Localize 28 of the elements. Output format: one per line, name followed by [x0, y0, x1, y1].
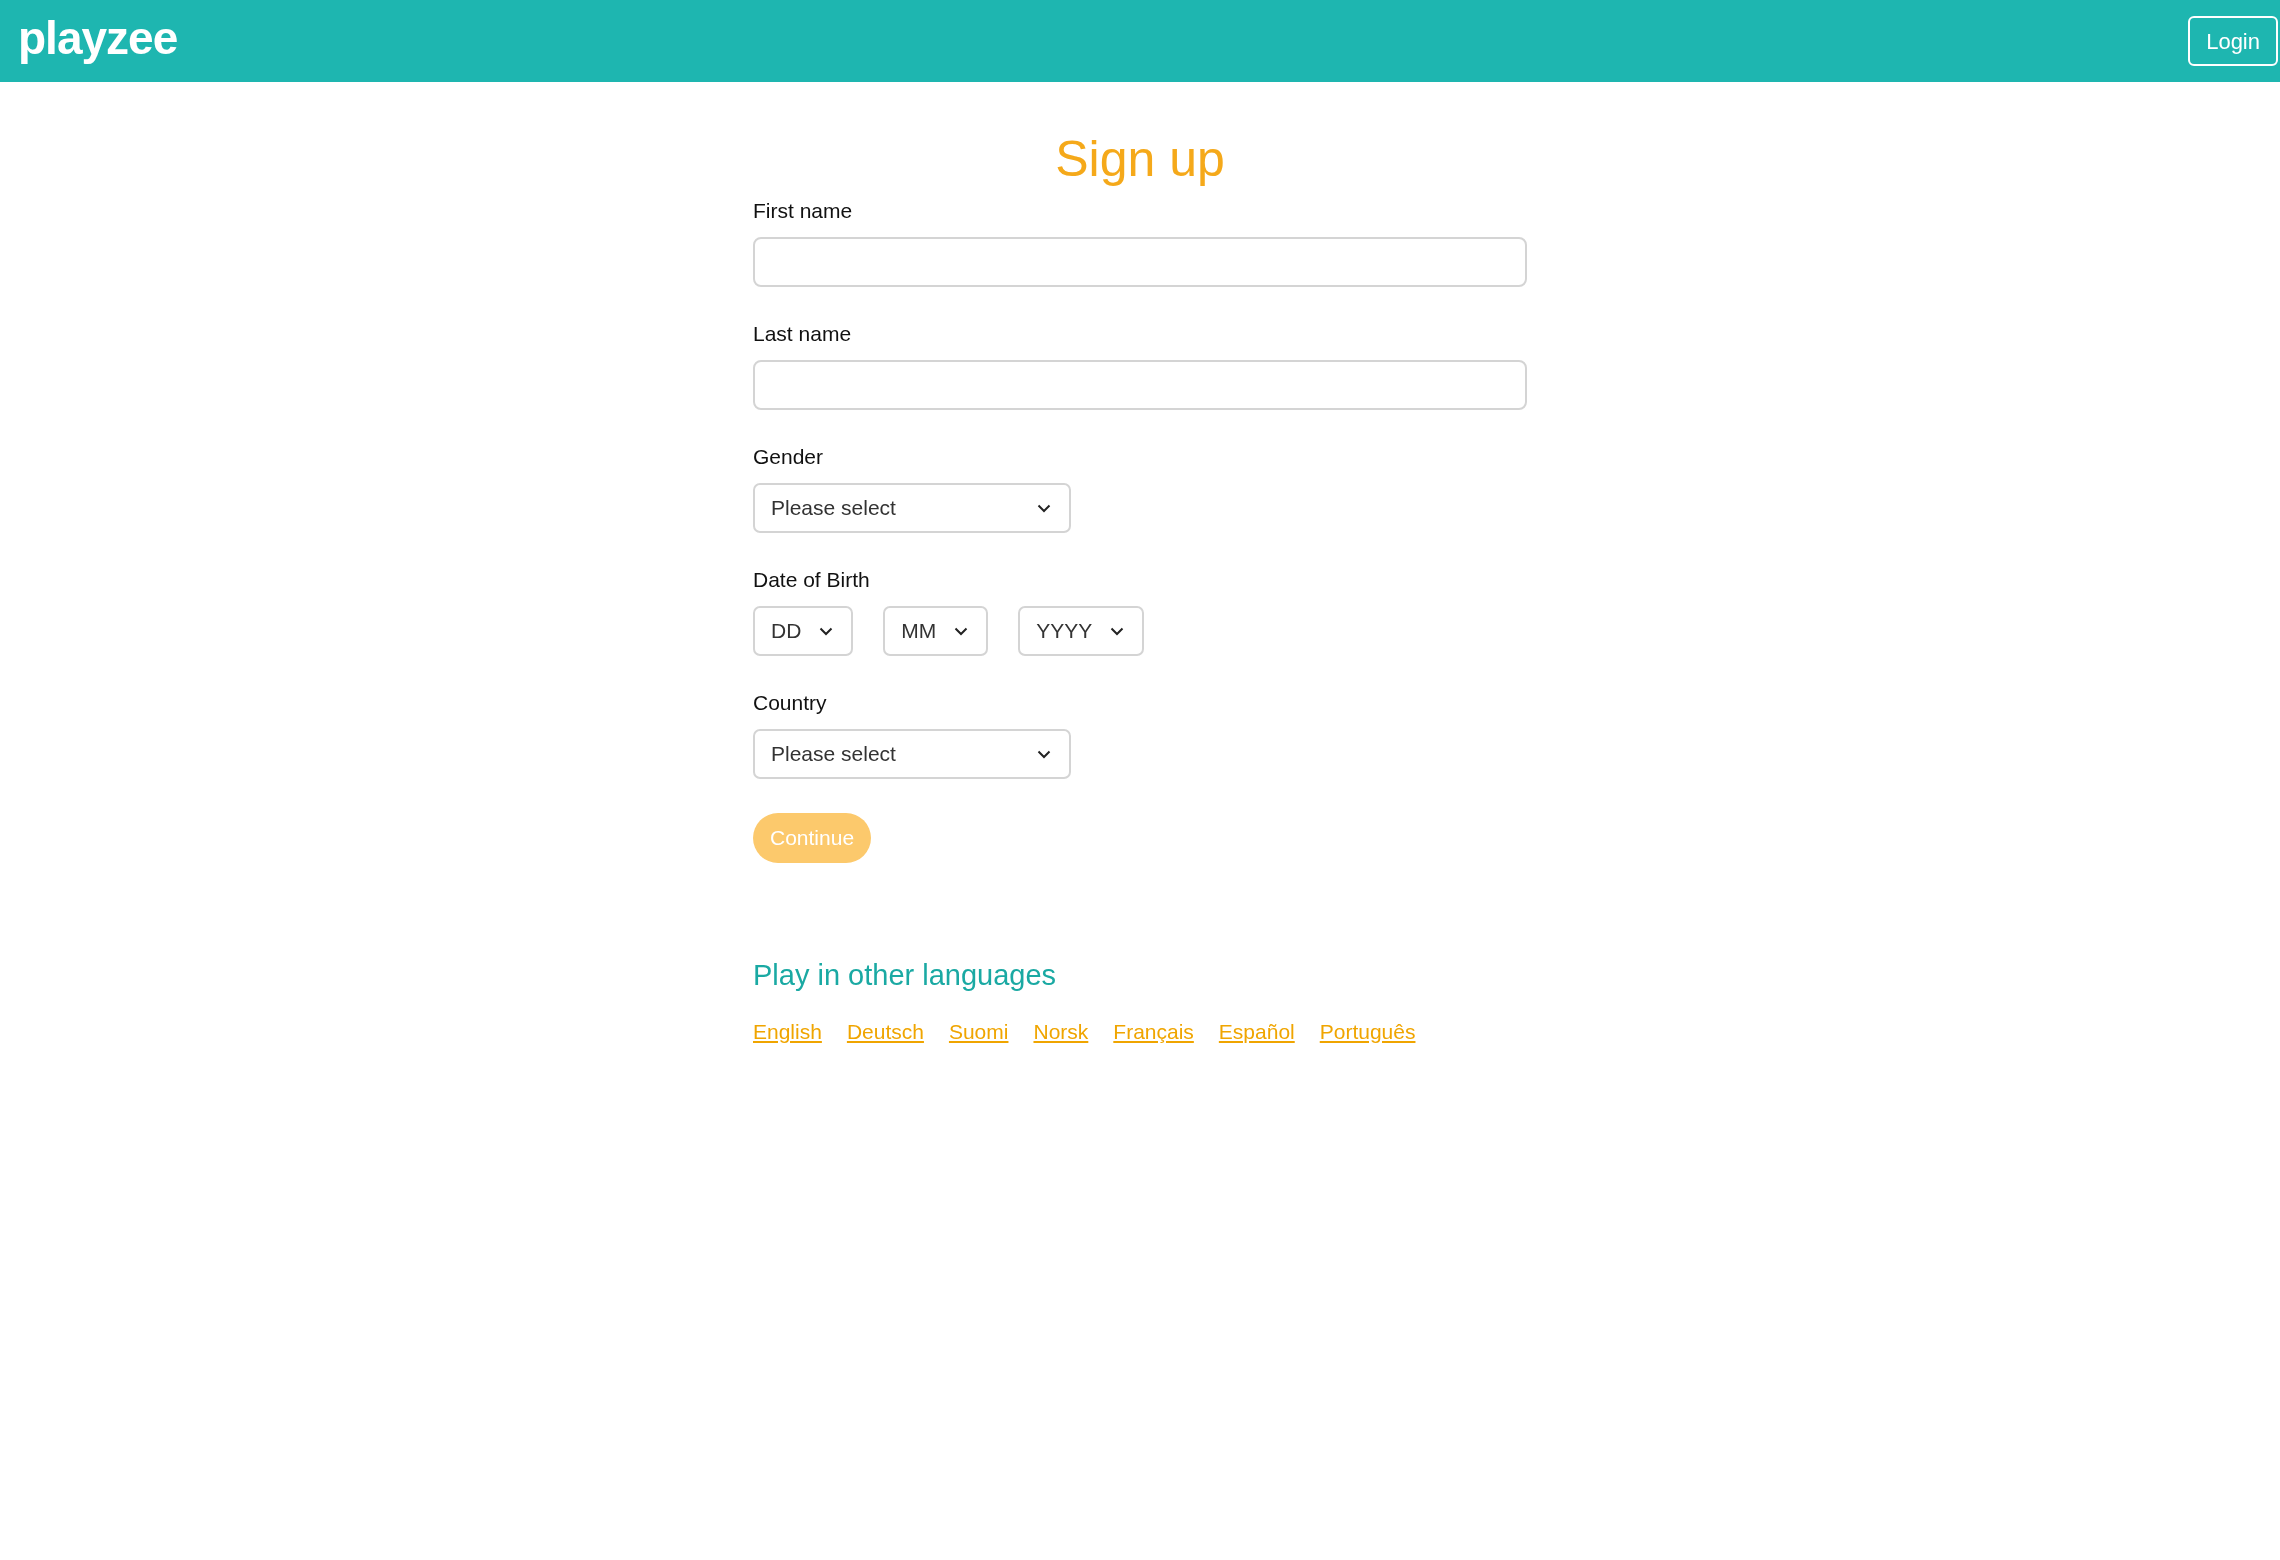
input-field[interactable]	[753, 237, 1527, 287]
select-dropdown[interactable]: MM	[883, 606, 989, 656]
page-title: Sign up	[1054, 134, 1226, 184]
select-dropdown[interactable]: YYYY	[1018, 606, 1145, 656]
select-dropdown[interactable]: Please select	[753, 483, 1071, 533]
field-label: Date of Birth	[753, 569, 871, 590]
field-label: Country	[753, 692, 828, 713]
chevron-down-icon	[954, 626, 969, 636]
field-label: First name	[753, 200, 854, 221]
chevron-down-icon	[1110, 626, 1125, 636]
input-field[interactable]	[753, 360, 1527, 410]
section-heading: Play in other languages	[753, 961, 1058, 990]
language-link[interactable]: Français	[1113, 1016, 1194, 1048]
chevron-down-icon	[819, 626, 834, 636]
field-label: Gender	[753, 446, 825, 467]
logo[interactable]: playzee	[18, 15, 178, 67]
language-link[interactable]: Norsk	[1033, 1016, 1089, 1048]
chevron-down-icon	[1037, 503, 1051, 513]
login-button[interactable]: Login	[2188, 16, 2278, 66]
language-link[interactable]: Deutsch	[846, 1016, 924, 1048]
language-link[interactable]: Suomi	[948, 1016, 1009, 1048]
field-label: Last name	[753, 323, 853, 344]
chevron-down-icon	[1037, 749, 1051, 759]
select-dropdown[interactable]: Please select	[753, 729, 1071, 779]
language-link[interactable]: Español	[1218, 1016, 1295, 1048]
language-link[interactable]: English	[753, 1016, 822, 1048]
select-dropdown[interactable]: DD	[753, 606, 854, 656]
language-link[interactable]: Português	[1319, 1016, 1416, 1048]
